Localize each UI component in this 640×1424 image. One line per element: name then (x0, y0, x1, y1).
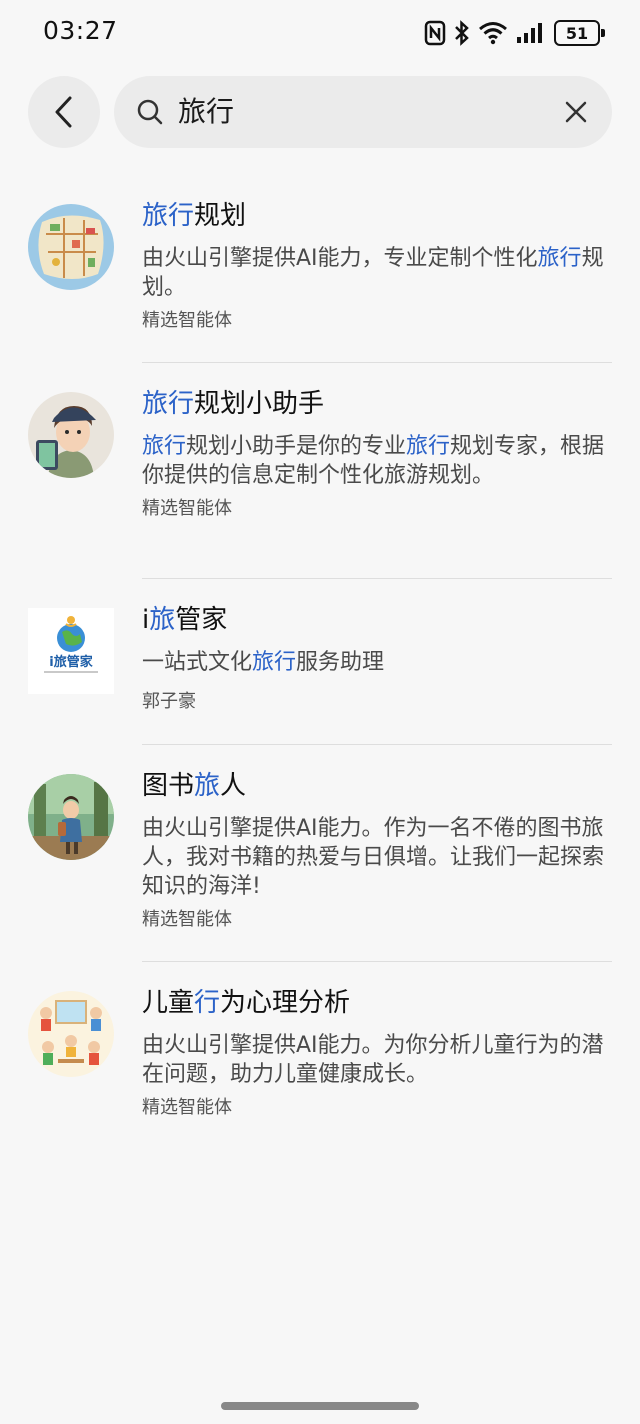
result-title: 图书旅人 (142, 771, 247, 801)
back-button[interactable] (28, 76, 100, 148)
battery-level: 51 (565, 23, 589, 43)
result-source: 精选智能体 (142, 498, 232, 519)
logo-text: i旅管家 (49, 654, 93, 670)
divider (142, 362, 612, 363)
status-bar: 03:27 51 (0, 0, 640, 64)
battery-icon: 51 (554, 20, 605, 46)
search-row (0, 76, 640, 148)
bluetooth-icon (454, 20, 470, 46)
result-item-i-travel-butler[interactable]: i旅管家 i旅管家 一站式文化旅行服务助理 郭子豪 (0, 580, 640, 746)
result-description: 由火山引擎提供AI能力。为你分析儿童行为的潜在问题，助力儿童健康成长。 (142, 1033, 604, 1087)
result-item-child-behavior-analysis[interactable]: 儿童行为心理分析 由火山引擎提供AI能力。为你分析儿童行为的潜在问题，助力儿童健… (0, 963, 640, 1143)
result-item-travel-planning-assistant[interactable]: 旅行规划小助手 旅行规划小助手是你的专业旅行规划专家，根据你提供的信息定制个性化… (0, 364, 640, 580)
map-avatar (28, 204, 114, 290)
divider (142, 578, 612, 579)
traveler-girl-avatar (28, 392, 114, 478)
globe-logo-avatar: i旅管家 (28, 608, 114, 694)
forest-reader-avatar (28, 774, 114, 860)
search-input[interactable] (178, 93, 538, 126)
result-title: i旅管家 (142, 605, 228, 635)
result-source: 精选智能体 (142, 909, 232, 930)
result-description: 由火山引擎提供AI能力，专业定制个性化旅行规划。 (142, 246, 604, 300)
result-source: 精选智能体 (142, 1097, 232, 1118)
chevron-left-icon (55, 96, 72, 128)
home-indicator[interactable] (221, 1402, 419, 1410)
kids-cartoon-avatar (28, 991, 114, 1077)
result-author: 郭子豪 (142, 691, 196, 712)
result-title: 旅行规划小助手 (142, 389, 325, 419)
nfc-icon (424, 20, 446, 46)
divider (142, 961, 612, 962)
result-description: 由火山引擎提供AI能力。作为一名不倦的图书旅人，我对书籍的热爱与日俱增。让我们一… (142, 816, 605, 899)
divider (142, 744, 612, 745)
search-icon (137, 99, 163, 125)
close-icon[interactable] (562, 98, 590, 126)
result-item-travel-planning[interactable]: 旅行规划 由火山引擎提供AI能力，专业定制个性化旅行规划。 精选智能体 (0, 180, 640, 364)
status-time: 03:27 (43, 16, 118, 45)
signal-icon (516, 22, 546, 44)
search-bar[interactable] (114, 76, 612, 148)
status-icons: 51 (424, 18, 605, 48)
wifi-icon (478, 21, 508, 45)
result-description: 旅行规划小助手是你的专业旅行规划专家，根据你提供的信息定制个性化旅游规划。 (142, 434, 605, 488)
result-title: 旅行规划 (142, 201, 247, 231)
result-item-book-traveler[interactable]: 图书旅人 由火山引擎提供AI能力。作为一名不倦的图书旅人，我对书籍的热爱与日俱增… (0, 746, 640, 962)
result-title: 儿童行为心理分析 (142, 988, 351, 1018)
result-source: 精选智能体 (142, 310, 232, 331)
result-description: 一站式文化旅行服务助理 (142, 650, 385, 675)
